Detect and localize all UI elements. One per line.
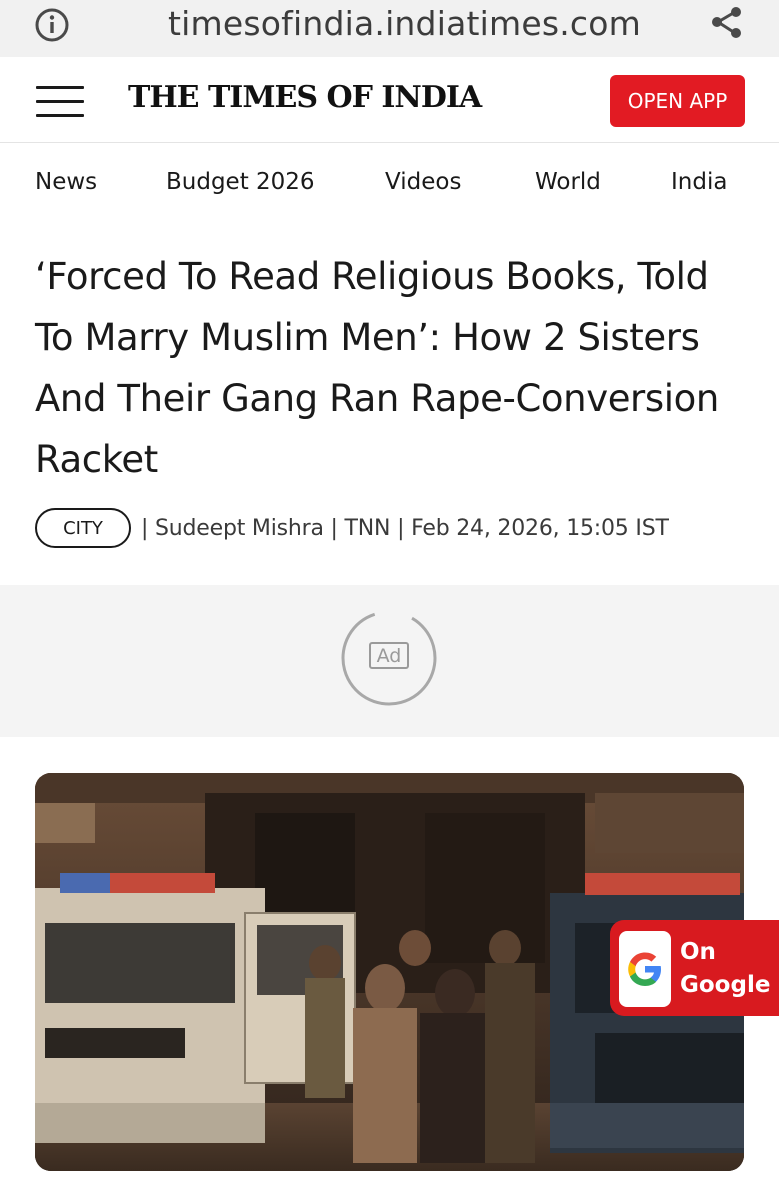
ad-placeholder: Ad: [0, 585, 779, 737]
byline-text: | Sudeept Mishra | TNN | Feb 24, 2026, 1…: [141, 515, 669, 541]
browser-url-bar: timesofindia.indiatimes.com: [0, 0, 779, 57]
nav-item-world[interactable]: World: [535, 169, 601, 195]
hamburger-menu-icon[interactable]: [36, 84, 84, 120]
url-text[interactable]: timesofindia.indiatimes.com: [168, 4, 641, 43]
category-badge[interactable]: CITY: [35, 508, 131, 548]
nav-item-news[interactable]: News: [35, 169, 97, 195]
info-icon[interactable]: [33, 6, 71, 44]
nav-item-videos[interactable]: Videos: [385, 169, 461, 195]
google-preferred-source-badge[interactable]: On Google: [610, 920, 779, 1016]
nav-item-india[interactable]: India: [671, 169, 727, 195]
article-byline: CITY | Sudeept Mishra | TNN | Feb 24, 20…: [35, 507, 669, 549]
site-header: THE TIMES OF INDIA OPEN APP: [0, 57, 779, 143]
google-badge-line2: Google: [680, 972, 771, 998]
section-nav: News Budget 2026 Videos World India: [0, 143, 779, 223]
google-badge-line1: On: [680, 939, 716, 965]
ad-label: Ad: [369, 642, 409, 669]
share-icon[interactable]: [708, 4, 746, 42]
google-badge-text: On Google: [680, 936, 770, 1002]
article-headline: ‘Forced To Read Religious Books, Told To…: [35, 255, 719, 481]
open-app-button[interactable]: OPEN APP: [610, 75, 745, 127]
google-logo-icon: [619, 931, 671, 1007]
site-logo[interactable]: THE TIMES OF INDIA: [128, 80, 482, 115]
nav-item-budget[interactable]: Budget 2026: [166, 169, 315, 195]
